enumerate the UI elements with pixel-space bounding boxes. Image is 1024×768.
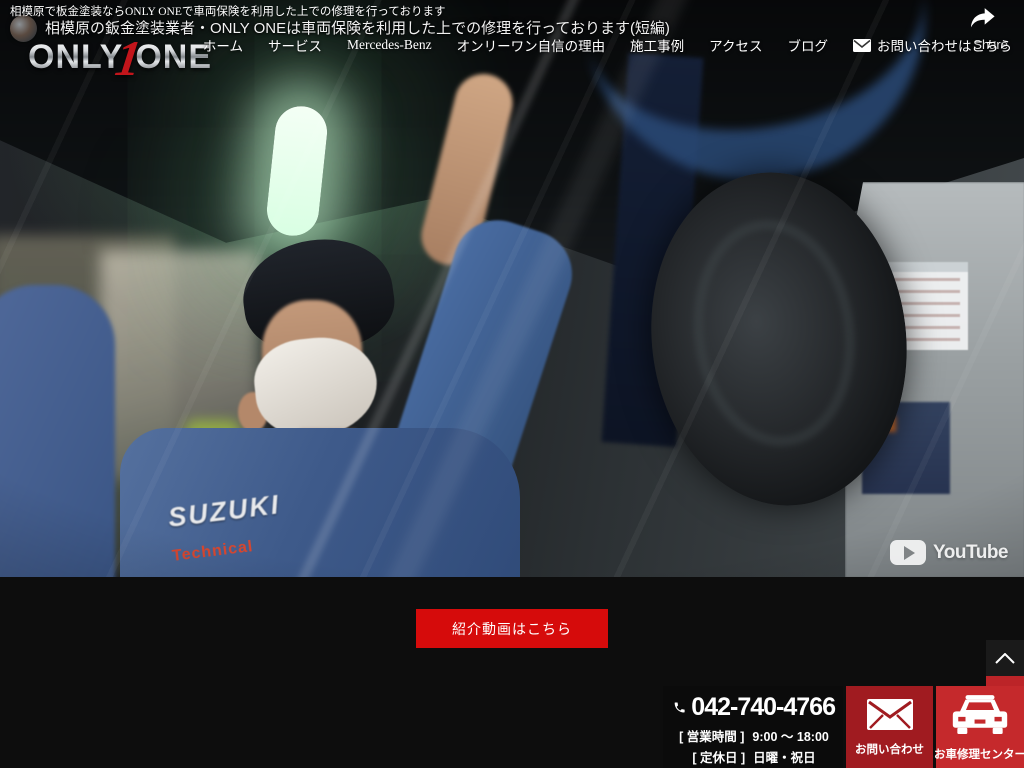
contact-mail-button[interactable]: お問い合わせ xyxy=(846,686,933,768)
share-arrow-icon[interactable] xyxy=(969,7,996,29)
nav-item-service[interactable]: サービス xyxy=(268,35,322,55)
nav-item-contact[interactable]: お問い合わせはこちら xyxy=(853,35,1012,55)
nav-item-contact-label: お問い合わせはこちら xyxy=(877,35,1012,55)
envelope-icon xyxy=(853,39,871,52)
nav-item-mercedes-benz[interactable]: Mercedes-Benz xyxy=(347,37,432,53)
repair-center-button[interactable]: お車修理センター xyxy=(936,686,1024,768)
site-logo[interactable]: ONLY1ONE xyxy=(28,34,212,74)
mail-icon xyxy=(867,699,913,730)
youtube-play-icon xyxy=(890,540,926,565)
nav-item-works[interactable]: 施工事例 xyxy=(630,35,684,55)
intro-video-button[interactable]: 紹介動画はこちら xyxy=(416,609,608,648)
hours-value: 9:00 ～ 18:00 xyxy=(752,726,828,745)
logo-text-one: ONE xyxy=(135,40,212,74)
logo-text-only: ONLY xyxy=(28,40,123,74)
youtube-wordmark: YouTube xyxy=(933,542,1008,564)
repair-center-label: お車修理センター xyxy=(934,746,1024,762)
youtube-watermark[interactable]: YouTube xyxy=(890,540,1008,565)
vignette-overlay xyxy=(0,0,1024,577)
hero-video[interactable]: SUZUKI Technical 相模原の鈑金塗装業者・ONLY ONEは車両保… xyxy=(0,0,1024,577)
closed-label: [ 定休日 ] xyxy=(692,747,745,766)
car-icon xyxy=(951,695,1009,735)
nav-item-access[interactable]: アクセス xyxy=(709,35,762,55)
hours-label: [ 営業時間 ] xyxy=(679,726,744,745)
nav-item-blog[interactable]: ブログ xyxy=(788,35,829,55)
phone-icon xyxy=(673,699,686,716)
scroll-top-accent xyxy=(986,676,1024,686)
contact-mail-label: お問い合わせ xyxy=(855,741,924,757)
chevron-up-icon xyxy=(995,653,1015,664)
page: { "colors": { "accent_red": "#d60b0b", "… xyxy=(0,0,1024,768)
phone-panel[interactable]: 042-740-4766 [ 営業時間 ] 9:00 ～ 18:00 [ 定休日… xyxy=(663,686,843,768)
floating-contact-bar: 042-740-4766 [ 営業時間 ] 9:00 ～ 18:00 [ 定休日… xyxy=(663,686,1024,768)
phone-number: 042-740-4766 xyxy=(691,693,835,722)
scroll-to-top-button[interactable] xyxy=(986,640,1024,676)
nav-item-reasons[interactable]: オンリーワン自信の理由 xyxy=(457,35,606,55)
closed-value: 日曜・祝日 xyxy=(753,747,816,766)
nav-item-home[interactable]: ホーム xyxy=(203,35,243,55)
